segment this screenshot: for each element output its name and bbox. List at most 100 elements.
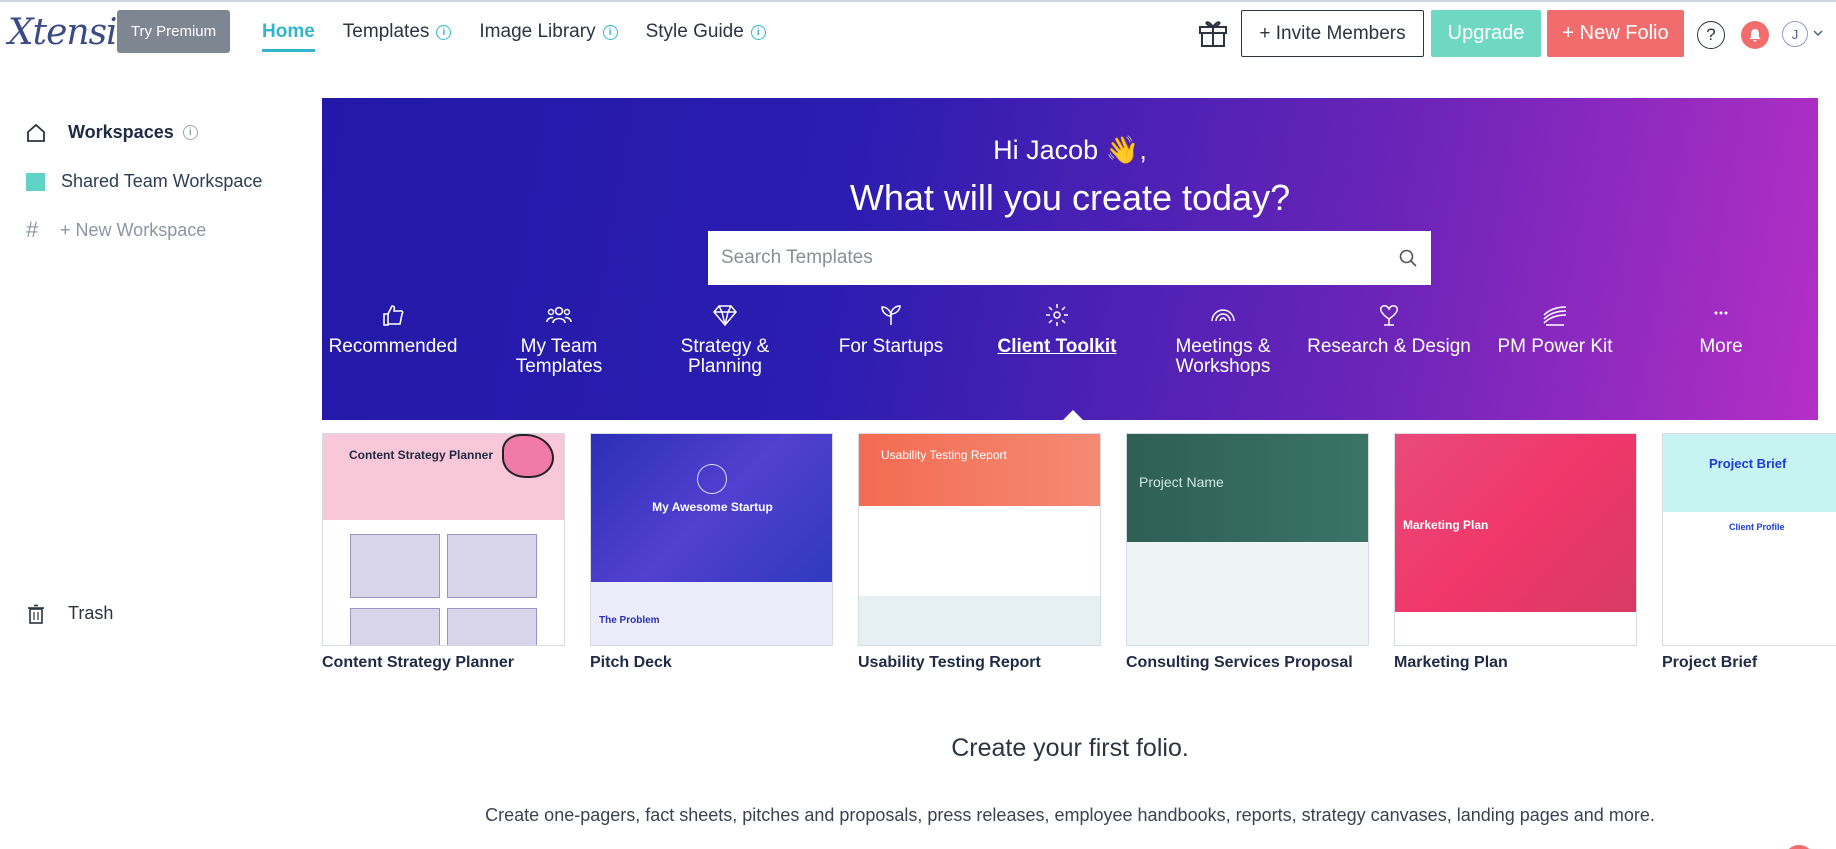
template-thumbnail[interactable]: Usability Testing Report [858,433,1101,646]
thumb-header: My Awesome Startup [591,434,832,582]
info-icon[interactable]: i [182,125,198,140]
top-header: Xtensio Try Premium Home Templates i Ima… [0,2,1836,60]
thumb-body [1127,542,1368,645]
fields-icon [1543,306,1567,326]
new-workspace-label: + New Workspace [60,219,207,240]
template-title[interactable]: Marketing Plan [1394,654,1637,672]
category-label: Research & Design [1307,336,1471,357]
template-title[interactable]: Project Brief [1662,654,1836,672]
category-strategy-planning[interactable]: Strategy & Planning [642,303,808,377]
category-more[interactable]: More [1638,303,1804,357]
user-avatar[interactable]: J [1782,21,1808,47]
sprout-icon [881,305,901,325]
thumb-box [447,608,537,645]
decorative-blob [502,434,554,478]
main-nav: Home Templates i Image Library i Style G… [262,18,794,52]
search-icon[interactable] [1399,249,1417,267]
sidebar-item-shared-workspace[interactable]: Shared Team Workspace [26,171,262,192]
search-input[interactable] [721,247,1361,269]
sidebar-item-label: Trash [68,603,114,623]
category-label: PM Power Kit [1497,336,1613,357]
new-workspace-button[interactable]: # + New Workspace [26,217,206,243]
thumbs-up-icon [383,305,404,326]
thumb-footer [859,596,1100,645]
chat-launcher-icon[interactable] [1784,845,1814,849]
thumb-heading: Marketing Plan [1395,434,1636,612]
nav-home-label: Home [262,21,315,42]
template-card[interactable]: Project Brief Client Profile Project Bri… [1662,433,1836,672]
nav-style-guide-label: Style Guide [645,21,744,42]
category-label: Recommended [328,336,458,357]
chevron-down-icon[interactable] [1812,27,1824,39]
hero-headline: What will you create today? [849,177,1291,218]
category-pm-power-kit[interactable]: PM Power Kit [1472,303,1638,357]
thumb-heading: Usability Testing Report [859,434,1100,506]
sparkle-icon [1046,304,1068,326]
info-icon[interactable]: i [602,24,618,40]
upgrade-button[interactable]: Upgrade [1431,10,1541,57]
nav-image-library[interactable]: Image Library i [479,18,618,46]
info-icon[interactable]: i [750,24,766,40]
nav-templates[interactable]: Templates i [343,18,452,46]
greeting-text: Hi Jacob 👋, [993,135,1147,165]
thumb-heading: Project Brief [1663,434,1836,512]
thumb-header: Content Strategy Planner [323,434,564,520]
nav-style-guide[interactable]: Style Guide i [646,18,766,46]
thumb-heading: My Awesome Startup [652,500,773,514]
category-bar: Recommended My Team Templates Strategy &… [322,303,1818,403]
thumb-box [447,534,537,598]
sidebar-workspaces-label: Workspaces [68,122,174,142]
template-thumbnail[interactable]: Project Brief Client Profile [1662,433,1836,646]
category-for-startups[interactable]: For Startups [808,303,974,357]
trash-icon [28,604,44,624]
diamond-icon [713,305,737,327]
invite-members-button[interactable]: + Invite Members [1241,10,1424,57]
gift-icon[interactable] [1197,16,1229,48]
thumb-box [350,608,440,645]
template-card[interactable]: My Awesome Startup The Problem Pitch Dec… [590,433,833,672]
nav-templates-label: Templates [342,21,430,42]
category-recommended[interactable]: Recommended [310,303,476,357]
logo-circle-icon [697,464,727,494]
heart-stand-icon [1380,305,1398,326]
nav-image-library-label: Image Library [479,21,596,42]
category-research-design[interactable]: Research & Design [1306,303,1472,357]
template-card[interactable]: Project Name Consulting Services Proposa… [1126,433,1369,672]
template-carousel: Content Strategy Planner Content Strateg… [322,433,1836,678]
thumb-sub: Client Profile [1663,512,1836,645]
category-meetings-workshops[interactable]: Meetings & Workshops [1140,303,1306,377]
template-thumbnail[interactable]: Marketing Plan [1394,433,1637,646]
category-label: Client Toolkit [997,336,1117,357]
workspace-color-swatch [26,172,45,191]
sidebar-item-trash[interactable]: Trash [26,603,113,624]
try-premium-button[interactable]: Try Premium [117,10,230,53]
sidebar-item-label: Shared Team Workspace [61,171,263,191]
info-icon[interactable]: i [436,24,452,40]
hero-banner: Hi Jacob 👋, What will you create today? … [322,98,1818,422]
template-card[interactable]: Usability Testing Report Usability Testi… [858,433,1101,672]
category-my-team-templates[interactable]: My Team Templates [476,303,642,377]
category-label: More [1699,336,1743,357]
notification-bell-icon[interactable] [1741,21,1769,49]
template-thumbnail[interactable]: Project Name [1126,433,1369,646]
template-card[interactable]: Content Strategy Planner Content Strateg… [322,433,565,672]
sidebar: Workspaces i Shared Team Workspace # + N… [0,60,300,849]
new-folio-button[interactable]: + New Folio [1547,10,1684,57]
thumb-heading: Content Strategy Planner [349,448,494,462]
thumb-box [350,534,440,598]
nav-home[interactable]: Home [262,18,315,52]
template-title[interactable]: Consulting Services Proposal [1126,654,1369,672]
template-search [708,231,1431,285]
template-title[interactable]: Pitch Deck [590,654,833,672]
rainbow-icon [1211,309,1235,322]
empty-state-subtitle: Create one-pagers, fact sheets, pitches … [485,805,1655,825]
template-thumbnail[interactable]: My Awesome Startup The Problem [590,433,833,646]
template-title[interactable]: Content Strategy Planner [322,654,565,672]
sidebar-workspaces[interactable]: Workspaces i [26,122,198,143]
template-thumbnail[interactable]: Content Strategy Planner [322,433,565,646]
category-client-toolkit[interactable]: Client Toolkit [974,303,1140,357]
template-card[interactable]: Marketing Plan Marketing Plan [1394,433,1637,672]
more-dots-icon [1714,311,1728,315]
template-title[interactable]: Usability Testing Report [858,654,1101,672]
help-icon[interactable]: ? [1697,21,1725,49]
